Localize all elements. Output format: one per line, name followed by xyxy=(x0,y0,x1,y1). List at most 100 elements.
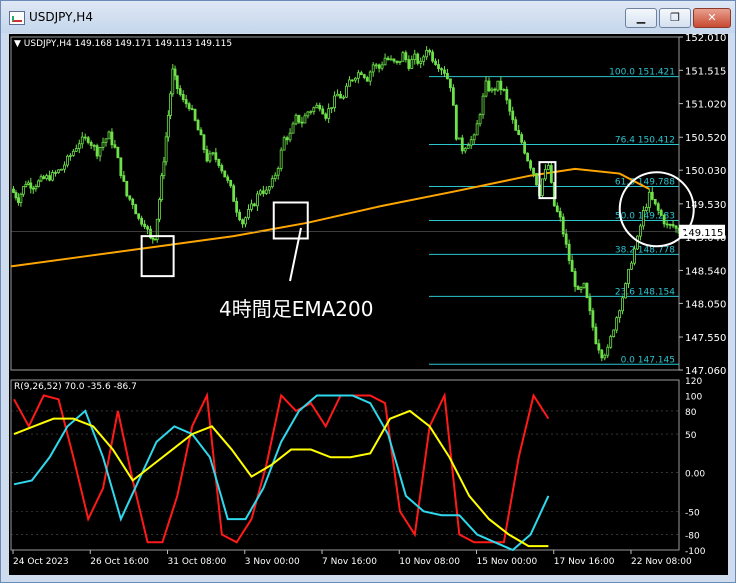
candle-body xyxy=(454,104,458,140)
candle-body xyxy=(235,200,239,213)
candle xyxy=(51,169,54,182)
candle-body xyxy=(594,326,598,345)
candle xyxy=(356,69,360,84)
candle xyxy=(68,153,72,161)
price-tick-label: 147.550 xyxy=(685,333,726,344)
candle-body xyxy=(101,141,105,148)
candle xyxy=(451,84,455,106)
candle-body xyxy=(380,64,384,69)
candle xyxy=(410,55,414,69)
candle xyxy=(83,133,87,141)
candle-body xyxy=(621,297,624,312)
time-tick-label: 3 Nov 00:00 xyxy=(245,557,300,567)
candle xyxy=(45,173,49,181)
candle xyxy=(288,128,292,143)
candle-body xyxy=(29,182,33,189)
candle xyxy=(401,50,405,62)
candle xyxy=(193,108,197,122)
candle xyxy=(119,157,123,179)
candle-body xyxy=(451,87,455,106)
candle xyxy=(39,174,43,183)
candle xyxy=(149,225,152,240)
candle xyxy=(12,186,15,194)
candle-body xyxy=(437,64,440,69)
candle-body xyxy=(19,193,23,203)
close-button[interactable]: ✕ xyxy=(693,8,731,28)
candle-body xyxy=(425,50,429,58)
candle-body xyxy=(258,190,262,195)
candle-body xyxy=(220,165,224,172)
candle xyxy=(502,88,506,92)
candle xyxy=(472,133,476,145)
candle-body xyxy=(196,119,200,131)
candle xyxy=(374,62,378,69)
candle-body xyxy=(336,93,339,97)
candle-body xyxy=(238,211,242,221)
candle xyxy=(312,106,316,115)
maximize-button[interactable]: ❐ xyxy=(659,8,691,28)
candle-body xyxy=(359,72,363,76)
candle xyxy=(34,184,38,192)
candle xyxy=(668,223,672,230)
candle-body xyxy=(561,216,565,235)
candle xyxy=(434,58,437,66)
candle-body xyxy=(532,167,535,174)
candle xyxy=(37,179,40,188)
candle xyxy=(282,135,286,151)
candle-body xyxy=(410,59,414,69)
title-bar[interactable]: USDJPY,H4 ▁ ❐ ✕ xyxy=(1,1,735,33)
candle-body xyxy=(119,157,123,176)
candle-body xyxy=(250,203,253,210)
candle-body xyxy=(71,150,75,156)
candle-body xyxy=(98,147,102,157)
candle-body xyxy=(214,152,218,160)
candle xyxy=(650,187,654,201)
candle-body xyxy=(443,69,446,74)
candle xyxy=(95,143,99,160)
candle xyxy=(422,54,426,66)
candle-body xyxy=(392,58,396,62)
candle-body xyxy=(514,119,518,131)
candle xyxy=(353,76,357,83)
candle xyxy=(175,75,179,94)
candle xyxy=(526,152,529,162)
candle-body xyxy=(546,165,550,170)
chart-svg[interactable]: 152.010 151.515 151.020 150.520 150.030 149.5… xyxy=(9,33,728,575)
candle xyxy=(520,132,524,145)
minimize-button[interactable]: ▁ xyxy=(625,8,657,28)
candle xyxy=(181,90,185,103)
candle-body xyxy=(95,145,99,157)
candle xyxy=(14,190,18,201)
candle-body xyxy=(407,59,411,69)
candle xyxy=(267,185,271,194)
candle-body xyxy=(178,88,182,95)
candle xyxy=(294,113,298,126)
candle xyxy=(561,213,565,238)
candle-body xyxy=(211,152,215,155)
price-tick-label: 151.515 xyxy=(685,66,726,77)
candle-body xyxy=(490,88,494,92)
candle xyxy=(567,239,571,265)
candle-body xyxy=(282,137,286,151)
candle-body xyxy=(12,188,15,193)
candle xyxy=(621,295,624,315)
candle xyxy=(496,80,500,92)
chart-area[interactable]: 152.010 151.515 151.020 150.520 150.030 149.5… xyxy=(9,33,728,575)
candle-body xyxy=(83,136,87,139)
candle-body xyxy=(606,346,610,356)
candle-body xyxy=(579,287,583,290)
candle-body xyxy=(34,186,38,190)
candle-body xyxy=(128,195,132,200)
candle xyxy=(270,175,274,189)
candle xyxy=(514,116,518,131)
candle-body xyxy=(140,217,144,225)
window-title: USDJPY,H4 xyxy=(29,10,93,24)
candle xyxy=(570,255,574,272)
candle-body xyxy=(487,80,491,92)
candle xyxy=(273,172,277,182)
candle xyxy=(585,282,589,299)
candle-body xyxy=(63,164,66,170)
candle-body xyxy=(160,175,164,201)
candle xyxy=(546,162,550,171)
candle xyxy=(359,70,363,76)
